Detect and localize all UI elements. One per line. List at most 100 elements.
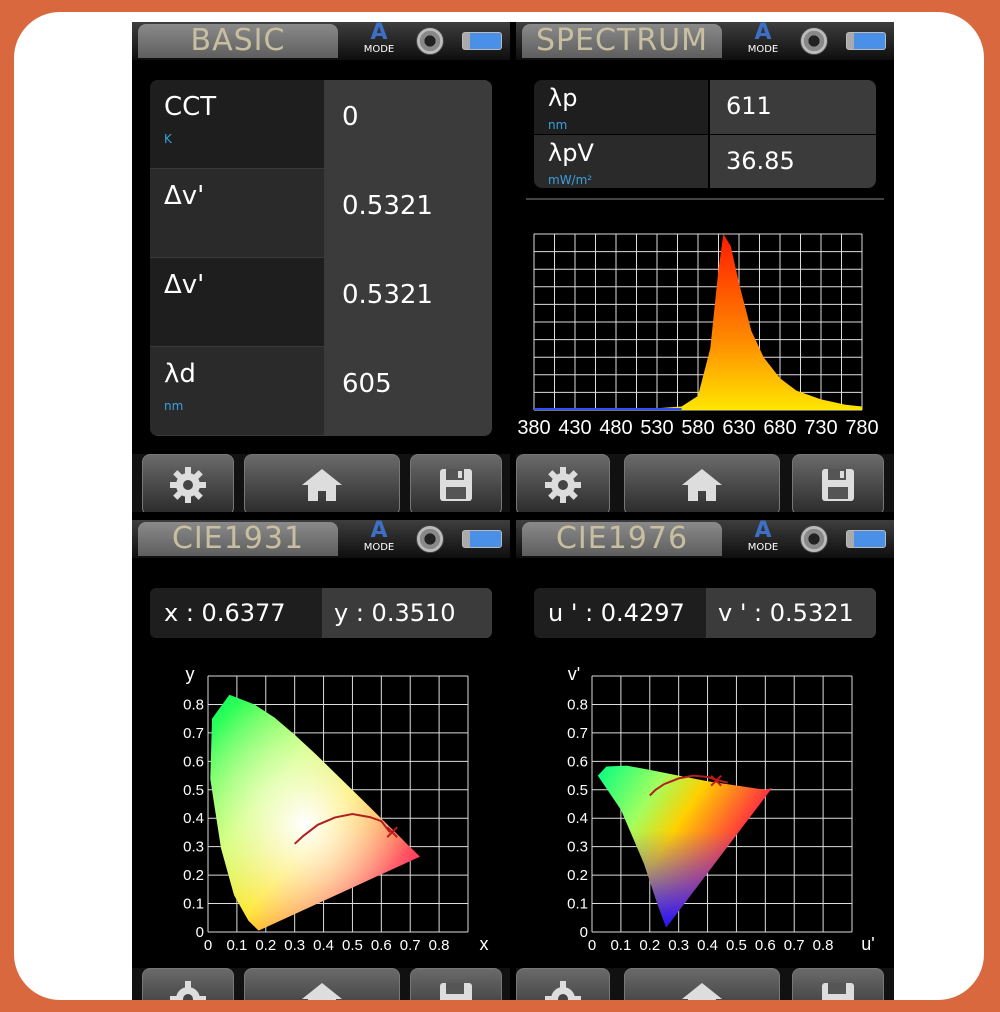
x-tick-label: 0.7 — [784, 937, 805, 954]
home-icon — [302, 983, 342, 1000]
spectrum-row-lambda-pv: λpV mW/m² 36.85 — [534, 135, 876, 188]
y-tick-label: 0 — [196, 924, 204, 941]
settings-button[interactable] — [516, 454, 610, 512]
home-icon — [682, 469, 722, 501]
spectrum-toolbar — [516, 454, 894, 512]
basic-row-dv2: Δv' 0.5321 — [150, 258, 492, 346]
mode-label: MODE — [747, 542, 779, 553]
mode-button[interactable]: A MODE — [740, 520, 786, 558]
basic-row-cct: CCT K 0 — [150, 80, 492, 168]
mode-letter: A — [370, 520, 388, 543]
spectrum-chart: 380 430 480 530 580 630 680 730 780 — [517, 233, 879, 439]
x-tick-label: 0.6 — [755, 937, 776, 954]
x-tick-label: 0.6 — [371, 937, 392, 954]
y-tick-label: 0.4 — [183, 810, 204, 827]
basic-table: CCT K 0 Δv' 0.5321 Δv' 0.5321 λd nm 605 — [150, 80, 492, 436]
x-tick-label: 0 — [588, 937, 596, 954]
y-tick-label: 0.3 — [567, 839, 588, 856]
basic-tab-title[interactable]: BASIC — [138, 24, 338, 58]
x-tick-label: 0.4 — [313, 937, 334, 954]
cie1931-tab-title[interactable]: CIE1931 — [138, 522, 338, 556]
x-tick-label: 0.8 — [429, 937, 450, 954]
y-tick-label: 0.4 — [567, 810, 588, 827]
y-tick-label: 0.6 — [183, 753, 204, 770]
x-tick-label: 730 — [804, 417, 837, 439]
cie1931-titlebar: CIE1931 A MODE — [132, 520, 510, 558]
x-tick-label: 0.4 — [697, 937, 718, 954]
home-button[interactable] — [624, 454, 780, 512]
row-value: 0.5321 — [342, 191, 433, 221]
basic-panel: BASIC A MODE CCT K 0 Δv' 0.5321 Δv' 0.532… — [132, 22, 510, 512]
save-button[interactable] — [410, 454, 502, 512]
x-tick-label: 530 — [640, 417, 673, 439]
divider — [526, 198, 884, 200]
x-tick-label: 0.7 — [400, 937, 421, 954]
basic-titlebar: BASIC A MODE — [132, 22, 510, 60]
mode-button[interactable]: A MODE — [356, 520, 402, 558]
cie1931-panel: CIE1931 A MODE x : 0.6377 y : 0.3510 0 0… — [132, 520, 510, 1000]
spectrum-row-lambda-p: λp nm 611 — [534, 80, 876, 134]
spectrum-panel: SPECTRUM A MODE λp nm 611 λpV mW/m² 36.85 — [516, 22, 894, 512]
floppy-icon — [440, 983, 472, 1000]
device-screen: BASIC A MODE CCT K 0 Δv' 0.5321 Δv' 0.532… — [132, 22, 894, 1000]
basic-row-lambda-d: λd nm 605 — [150, 347, 492, 435]
shutter-icon[interactable] — [800, 27, 828, 55]
y-tick-label: 0.7 — [183, 725, 204, 742]
y-axis-label: y — [186, 664, 195, 684]
row-unit: nm — [548, 118, 568, 132]
y-tick-label: 0.1 — [183, 896, 204, 913]
settings-button[interactable] — [142, 968, 234, 1000]
mode-label: MODE — [363, 542, 395, 553]
x-tick-label: 430 — [558, 417, 591, 439]
chromaticity-overlay — [210, 694, 420, 931]
card-frame: BASIC A MODE CCT K 0 Δv' 0.5321 Δv' 0.532… — [14, 12, 984, 1000]
x-tick-label: 0.1 — [610, 937, 631, 954]
y-tick-label: 0.8 — [183, 696, 204, 713]
home-button[interactable] — [244, 968, 400, 1000]
cie1976-chart: 0 0.1 0.2 0.3 0.4 0.5 0.6 0.7 0.8 0 0.1 0.2 0.3 0.4 0.… — [567, 664, 875, 954]
mode-letter: A — [754, 22, 772, 45]
cie1976-titlebar: CIE1976 A MODE — [516, 520, 894, 558]
save-button[interactable] — [410, 968, 502, 1000]
shutter-icon[interactable] — [416, 27, 444, 55]
spectrum-tab-title[interactable]: SPECTRUM — [522, 24, 722, 58]
floppy-icon — [822, 983, 854, 1000]
x-axis-label: x — [480, 934, 489, 954]
row-value: 0 — [342, 102, 359, 132]
x-tick-label: 0.5 — [726, 937, 747, 954]
mode-button[interactable]: A MODE — [356, 22, 402, 60]
gear-icon — [170, 467, 206, 503]
y-tick-label: 0.6 — [567, 753, 588, 770]
x-tick-label: 0.2 — [639, 937, 660, 954]
mode-letter: A — [370, 22, 388, 45]
gear-icon — [170, 981, 206, 1000]
shutter-icon[interactable] — [416, 525, 444, 553]
y-tick-label: 0 — [580, 924, 588, 941]
mode-label: MODE — [363, 44, 395, 55]
save-button[interactable] — [792, 454, 884, 512]
x-tick-label: 630 — [722, 417, 755, 439]
x-tick-label: 0.5 — [342, 937, 363, 954]
basic-row-dv1: Δv' 0.5321 — [150, 169, 492, 257]
cie1976-coordinates: u ' : 0.4297 v ' : 0.5321 — [534, 588, 876, 638]
home-button[interactable] — [244, 454, 400, 512]
shutter-icon[interactable] — [800, 525, 828, 553]
settings-button[interactable] — [142, 454, 234, 512]
cie1976-tab-title[interactable]: CIE1976 — [522, 522, 722, 556]
x-tick-label: 0.3 — [284, 937, 305, 954]
mode-label: MODE — [747, 44, 779, 55]
home-icon — [682, 983, 722, 1000]
y-axis-label: v' — [568, 664, 580, 684]
cie1976-toolbar — [516, 968, 894, 1000]
mode-button[interactable]: A MODE — [740, 22, 786, 60]
home-icon — [302, 469, 342, 501]
settings-button[interactable] — [516, 968, 610, 1000]
row-label: λp — [548, 84, 578, 112]
row-value: 605 — [342, 369, 392, 399]
save-button[interactable] — [792, 968, 884, 1000]
row-label: Δv' — [164, 270, 205, 300]
home-button[interactable] — [624, 968, 780, 1000]
y-tick-label: 0.2 — [567, 867, 588, 884]
gear-icon — [545, 981, 581, 1000]
battery-icon — [846, 32, 886, 50]
